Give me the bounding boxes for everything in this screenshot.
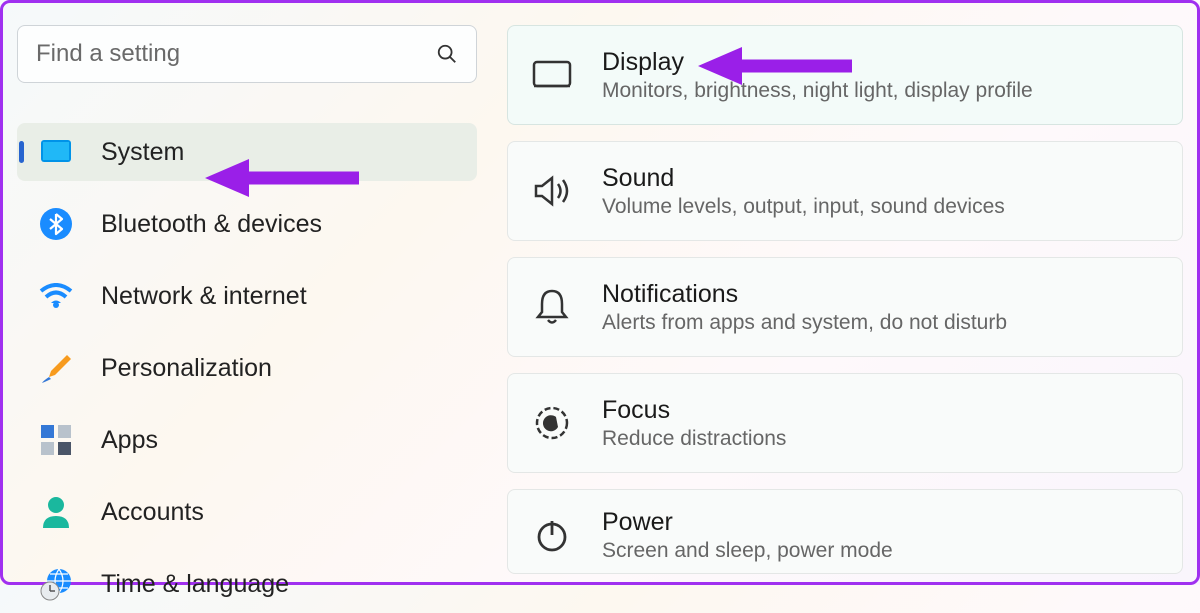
sidebar-item-label: Bluetooth & devices — [101, 210, 322, 239]
sidebar: System Bluetooth & devices Network & int… — [17, 25, 477, 582]
settings-cards: Display Monitors, brightness, night ligh… — [507, 25, 1183, 582]
sidebar-item-label: Network & internet — [101, 282, 307, 311]
search-box[interactable] — [17, 25, 477, 83]
sidebar-item-apps[interactable]: Apps — [17, 411, 477, 469]
sidebar-item-label: Apps — [101, 426, 158, 455]
card-desc: Alerts from apps and system, do not dist… — [602, 311, 1158, 335]
person-icon — [39, 495, 73, 529]
card-title: Focus — [602, 396, 1158, 425]
card-power[interactable]: Power Screen and sleep, power mode — [507, 489, 1183, 574]
sidebar-item-accounts[interactable]: Accounts — [17, 483, 477, 541]
sidebar-item-bluetooth[interactable]: Bluetooth & devices — [17, 195, 477, 253]
card-title: Display — [602, 48, 1158, 77]
card-title: Notifications — [602, 280, 1158, 309]
card-desc: Volume levels, output, input, sound devi… — [602, 195, 1158, 219]
display-device-icon — [39, 135, 73, 169]
sidebar-item-label: System — [101, 138, 184, 167]
card-desc: Monitors, brightness, night light, displ… — [602, 79, 1158, 103]
card-display[interactable]: Display Monitors, brightness, night ligh… — [507, 25, 1183, 125]
paintbrush-icon — [39, 351, 73, 385]
card-title: Power — [602, 508, 1158, 537]
sidebar-item-label: Accounts — [101, 498, 204, 527]
sidebar-item-system[interactable]: System — [17, 123, 477, 181]
card-focus[interactable]: Focus Reduce distractions — [507, 373, 1183, 473]
speaker-icon — [532, 171, 572, 211]
search-icon — [436, 43, 458, 65]
card-notifications[interactable]: Notifications Alerts from apps and syste… — [507, 257, 1183, 357]
card-desc: Reduce distractions — [602, 427, 1158, 451]
focus-icon — [532, 403, 572, 443]
power-icon — [532, 516, 572, 556]
apps-icon — [39, 423, 73, 457]
card-sound[interactable]: Sound Volume levels, output, input, soun… — [507, 141, 1183, 241]
bell-icon — [532, 287, 572, 327]
sidebar-item-label: Personalization — [101, 354, 272, 383]
clock-globe-icon — [39, 567, 73, 601]
sidebar-item-label: Time & language — [101, 570, 289, 599]
nav-list: System Bluetooth & devices Network & int… — [17, 123, 477, 613]
sidebar-item-personalization[interactable]: Personalization — [17, 339, 477, 397]
card-title: Sound — [602, 164, 1158, 193]
card-desc: Screen and sleep, power mode — [602, 539, 1158, 563]
bluetooth-icon — [39, 207, 73, 241]
sidebar-item-network[interactable]: Network & internet — [17, 267, 477, 325]
sidebar-item-time-language[interactable]: Time & language — [17, 555, 477, 613]
wifi-icon — [39, 279, 73, 313]
search-input[interactable] — [36, 40, 436, 68]
monitor-icon — [532, 55, 572, 95]
